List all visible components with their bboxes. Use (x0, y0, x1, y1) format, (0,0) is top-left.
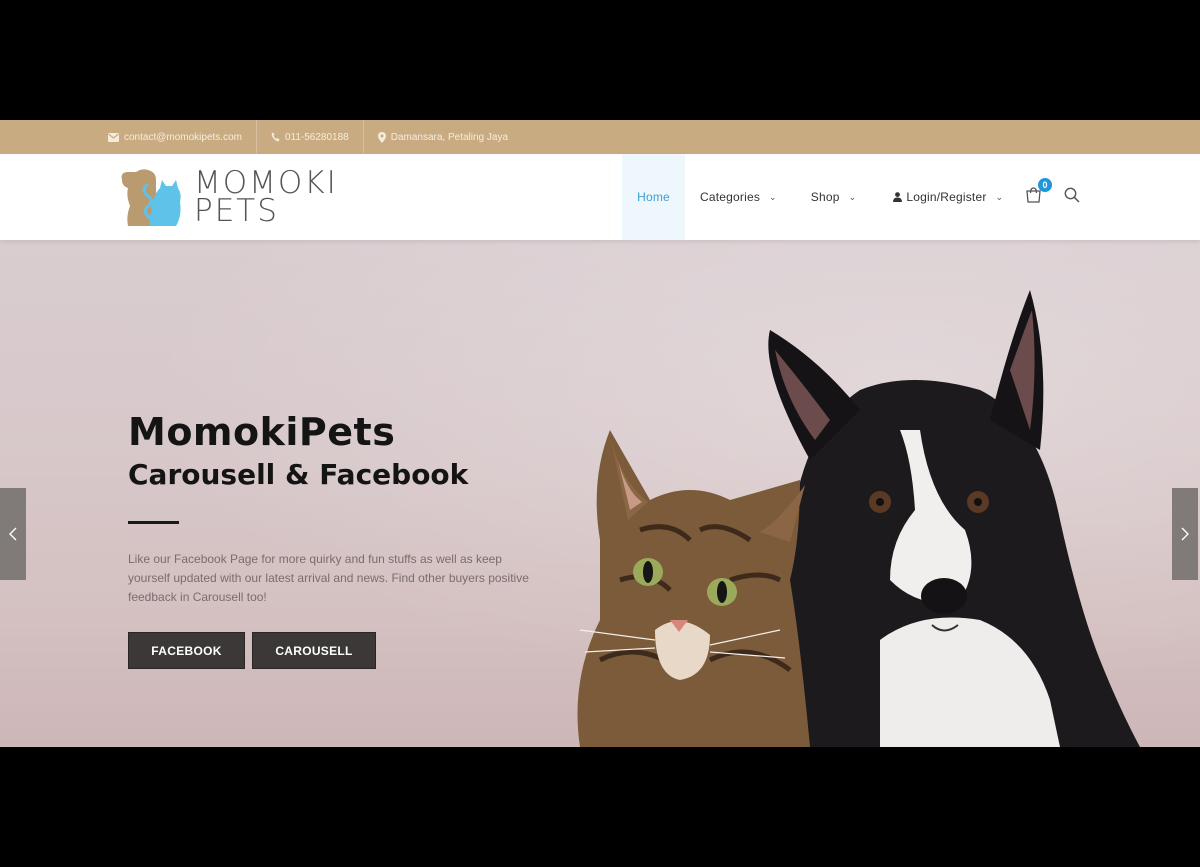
slider-prev-arrow[interactable] (0, 488, 26, 580)
top-info-bar: contact@momokipets.com 011-56280188 Dama… (0, 120, 1200, 154)
logo-wordmark: MOMOKI PETS (194, 168, 338, 229)
search-icon (1064, 187, 1080, 203)
chevron-down-icon: ⌄ (769, 191, 777, 202)
nav-home-label: Home (637, 190, 670, 204)
phone-icon (271, 132, 280, 142)
hero-description: Like our Facebook Page for more quirky a… (128, 552, 529, 604)
cat-and-dog-image (577, 290, 1140, 747)
contact-location[interactable]: Damansara, Petaling Jaya (364, 120, 522, 154)
nav-categories[interactable]: Categories ⌄ (685, 154, 792, 240)
chevron-down-icon: ⌄ (848, 191, 857, 202)
contact-phone[interactable]: 011-56280188 (257, 120, 364, 154)
website: contact@momokipets.com 011-56280188 Dama… (0, 120, 1200, 747)
cart-button[interactable]: 0 (1025, 178, 1052, 206)
nav-home[interactable]: Home (622, 154, 685, 240)
nav-login-register[interactable]: Login/Register ⌄ (871, 154, 1018, 240)
chevron-right-icon (1181, 527, 1189, 541)
chevron-left-icon (9, 527, 17, 541)
hero-title: MomokiPets (128, 410, 396, 454)
main-header: MOMOKI PETS Home Categories ⌄ Shop ⌄ Log… (0, 154, 1200, 240)
contact-phone-text: 011-56280188 (284, 131, 349, 143)
hero-divider (128, 521, 179, 524)
nav-login-label: Login/Register (906, 190, 987, 204)
contact-location-text: Damansara, Petaling Jaya (390, 131, 509, 143)
main-nav: Home Categories ⌄ Shop ⌄ Login/Register … (622, 154, 1018, 240)
facebook-button[interactable]: FACEBOOK (128, 632, 245, 669)
user-icon (893, 192, 903, 202)
pets-logo-icon (121, 169, 181, 226)
chevron-down-icon: ⌄ (995, 191, 1004, 202)
nav-shop-label: Shop (810, 190, 840, 204)
map-marker-icon (377, 131, 386, 143)
envelope-icon (108, 132, 119, 142)
contact-email-text: contact@momokipets.com (124, 131, 242, 143)
logo-line-2: PETS (194, 193, 279, 229)
nav-categories-label: Categories (700, 190, 761, 204)
slider-next-arrow[interactable] (1172, 488, 1198, 580)
hero-subtitle: Carousell & Facebook (128, 458, 469, 491)
cart-count-badge: 0 (1038, 178, 1052, 192)
contact-email[interactable]: contact@momokipets.com (94, 120, 257, 154)
search-button[interactable] (1064, 187, 1080, 208)
carousell-button[interactable]: CAROUSELL (252, 632, 376, 669)
nav-shop[interactable]: Shop ⌄ (792, 154, 872, 240)
hero-slider: MomokiPets Carousell & Facebook Like our… (0, 240, 1200, 747)
site-logo[interactable]: MOMOKI PETS (118, 164, 338, 230)
